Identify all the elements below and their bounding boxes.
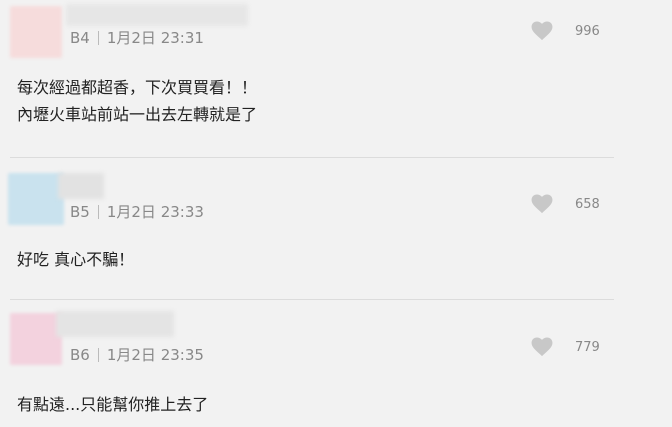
like-count: 779 xyxy=(575,339,600,355)
comment-text: 有點遠...只能幫你推上去了 xyxy=(17,391,208,418)
like-button[interactable]: 779 xyxy=(531,337,600,357)
like-count: 658 xyxy=(575,196,600,212)
comment-divider xyxy=(10,157,614,158)
floor-number: B5 xyxy=(70,202,90,221)
author-name[interactable] xyxy=(56,311,174,337)
comment-time: 1月2日 23:35 xyxy=(106,346,204,364)
floor-number: B6 xyxy=(70,345,90,364)
like-button[interactable]: 996 xyxy=(531,21,600,41)
heart-icon xyxy=(531,337,553,357)
meta-divider xyxy=(97,204,99,219)
meta-divider xyxy=(97,347,99,362)
avatar[interactable] xyxy=(10,313,62,365)
comment-text: 每次經過都超香，下次買買看！！ 內壢火車站前站一出去左轉就是了 xyxy=(17,74,257,128)
comment-time: 1月2日 23:33 xyxy=(106,203,204,221)
avatar[interactable] xyxy=(8,173,64,225)
comment-line: 有點遠...只能幫你推上去了 xyxy=(17,395,209,414)
comment-item: B6 1月2日 23:35 779 有點遠...只能幫你推上去了 xyxy=(0,307,672,427)
comment-item: B4 1月2日 23:31 996 每次經過都超香，下次買買看！！ 內壢火車站前… xyxy=(0,0,672,150)
comment-text: 好吃 真心不騙！ xyxy=(17,246,134,273)
comment-meta: B4 1月2日 23:31 xyxy=(70,27,204,48)
heart-icon xyxy=(531,21,553,41)
comment-line: 好吃 真心不騙！ xyxy=(17,250,135,269)
floor-number: B4 xyxy=(70,28,90,47)
like-count: 996 xyxy=(575,23,600,39)
comment-time: 1月2日 23:31 xyxy=(106,29,204,47)
comment-meta: B6 1月2日 23:35 xyxy=(70,344,204,365)
heart-icon xyxy=(531,194,553,214)
comment-divider xyxy=(10,299,614,300)
comment-list: B4 1月2日 23:31 996 每次經過都超香，下次買買看！！ 內壢火車站前… xyxy=(0,0,672,427)
comment-line: 內壢火車站前站一出去左轉就是了 xyxy=(17,105,258,124)
author-name[interactable] xyxy=(66,4,248,26)
comment-meta: B5 1月2日 23:33 xyxy=(70,201,204,222)
author-name[interactable] xyxy=(58,173,104,199)
comment-line: 每次經過都超香，下次買買看！！ xyxy=(17,78,258,97)
like-button[interactable]: 658 xyxy=(531,194,600,214)
meta-divider xyxy=(97,30,99,45)
avatar[interactable] xyxy=(10,6,62,58)
comment-item: B5 1月2日 23:33 658 好吃 真心不騙！ xyxy=(0,166,672,286)
